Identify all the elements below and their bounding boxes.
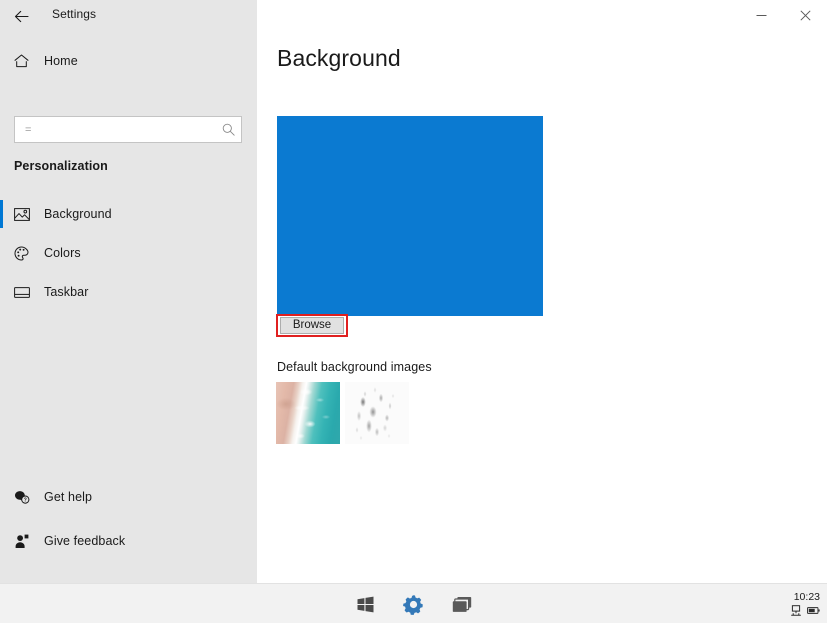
battery-icon[interactable] (807, 605, 820, 616)
page-title: Background (277, 45, 401, 72)
sidebar-item-colors[interactable]: Colors (0, 235, 257, 271)
taskbar-icon (13, 284, 30, 301)
sidebar: Home Personalization (0, 31, 257, 583)
default-background-thumbnails (276, 382, 409, 444)
sidebar-bottom-list: ? Get help Give feedback (0, 479, 257, 567)
sidebar-item-label: Get help (44, 490, 92, 504)
svg-text:?: ? (23, 497, 26, 503)
system-tray: 10:23 (789, 584, 820, 623)
back-arrow-icon[interactable] (8, 3, 34, 29)
taskbar-clock[interactable]: 10:23 (794, 592, 820, 604)
tray-icons (789, 605, 820, 616)
search-box[interactable] (14, 116, 242, 143)
home-label: Home (44, 54, 78, 68)
feedback-icon (13, 533, 30, 550)
beach-foam-detail (276, 382, 340, 444)
sidebar-item-label: Colors (44, 246, 81, 260)
task-view-icon[interactable] (449, 591, 475, 617)
minimize-button[interactable] (739, 0, 783, 31)
app-title: Settings (52, 7, 96, 21)
settings-window: Settings (0, 0, 827, 583)
home-icon (13, 53, 30, 70)
default-background-images-label: Default background images (277, 360, 432, 374)
search-icon[interactable] (215, 117, 241, 142)
background-preview (277, 116, 543, 316)
settings-gear-icon[interactable] (401, 591, 427, 617)
sidebar-title-strip (0, 0, 257, 31)
search-input[interactable] (15, 117, 215, 142)
sidebar-item-give-feedback[interactable]: Give feedback (0, 523, 257, 559)
network-icon[interactable] (789, 605, 802, 616)
aerial-beach-thumbnail[interactable] (276, 382, 340, 444)
windows-start-icon[interactable] (353, 591, 379, 617)
splatter-detail (345, 382, 409, 444)
sidebar-section-header: Personalization (14, 159, 108, 173)
picture-icon (13, 206, 30, 223)
sidebar-item-label: Taskbar (44, 285, 88, 299)
main-content: Background Browse Default background ima… (257, 31, 827, 583)
settings-window-root: Settings (0, 0, 827, 623)
window-controls (739, 0, 827, 31)
taskbar: 10:23 (0, 583, 827, 623)
title-bar: Settings (0, 0, 827, 31)
sidebar-item-label: Give feedback (44, 534, 125, 548)
palette-icon (13, 245, 30, 262)
sidebar-nav-list: Background Colors (0, 196, 257, 313)
gray-splatter-thumbnail[interactable] (345, 382, 409, 444)
close-button[interactable] (783, 0, 827, 31)
sidebar-item-label: Background (44, 207, 112, 221)
browse-button[interactable]: Browse (280, 317, 344, 334)
sidebar-item-home[interactable]: Home (0, 43, 257, 79)
sidebar-item-get-help[interactable]: ? Get help (0, 479, 257, 515)
sidebar-item-taskbar[interactable]: Taskbar (0, 274, 257, 310)
sidebar-item-background[interactable]: Background (0, 196, 257, 232)
taskbar-icon-group (353, 584, 475, 623)
help-icon: ? (13, 489, 30, 506)
